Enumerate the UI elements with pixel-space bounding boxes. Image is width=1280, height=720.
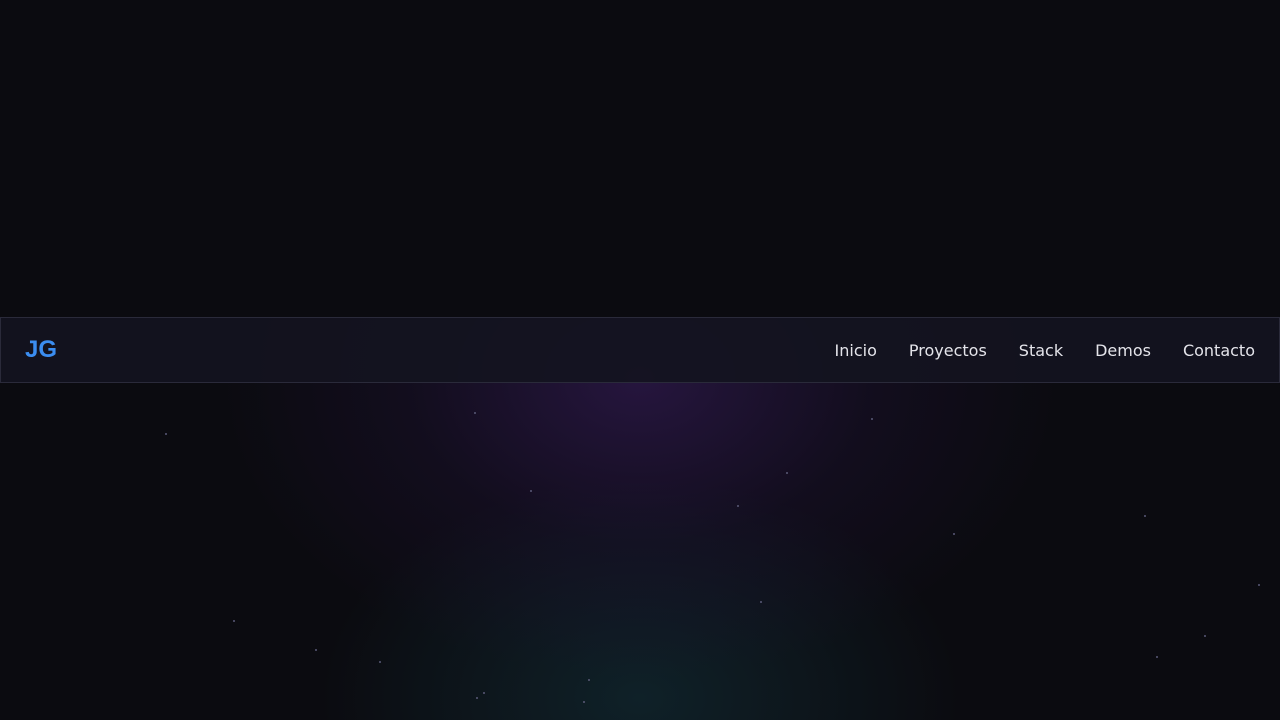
top-navbar: JG Inicio Proyectos Stack Demos Contacto [0,317,1280,383]
nav-link-stack[interactable]: Stack [1019,341,1063,360]
page: JG Inicio Proyectos Stack Demos Contacto [0,0,1280,720]
nav-link-proyectos[interactable]: Proyectos [909,341,987,360]
logo-link[interactable]: JG [25,336,57,364]
nav-link-demos[interactable]: Demos [1095,341,1151,360]
nav-link-contacto[interactable]: Contacto [1183,341,1255,360]
nav-link-inicio[interactable]: Inicio [835,341,877,360]
nav-links: Inicio Proyectos Stack Demos Contacto [803,341,1255,360]
